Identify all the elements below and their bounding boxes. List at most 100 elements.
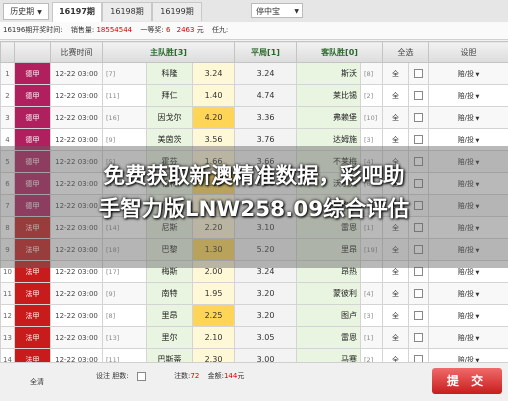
home-win-odds-text: 2.00 (205, 267, 223, 276)
all-select[interactable]: 全 (383, 85, 409, 107)
tab-period-3[interactable]: 16199期 (152, 2, 202, 21)
mode-checkbox[interactable] (137, 372, 146, 381)
row-number-text: 13 (3, 334, 12, 342)
chevron-down-icon: ▼ (37, 9, 42, 16)
bet-select[interactable]: 赔/投 ▼ (429, 327, 508, 349)
draw-odds-text: 3.36 (257, 113, 275, 122)
select-checkbox[interactable] (409, 85, 429, 107)
all-select[interactable]: 全 (383, 327, 409, 349)
home-win-odds[interactable]: 2.10 (193, 327, 235, 349)
league-badge-text: 法甲 (26, 312, 40, 320)
bet-select[interactable]: 赔/投 ▼ (429, 107, 508, 129)
all-select[interactable]: 全 (383, 305, 409, 327)
chevron-down-icon: ▼ (474, 292, 479, 298)
bet-select-text: 赔/投 (458, 136, 474, 144)
home-team: 里昂 (147, 305, 193, 327)
bet-select-text: 赔/投 (458, 70, 474, 78)
clear-all-button[interactable]: 全清 (30, 377, 44, 387)
checkbox-icon[interactable] (414, 113, 423, 122)
table-row: 3德甲12-22 03:00[16]因戈尔4.203.36弗赖堡[10]全赔/投… (1, 107, 508, 129)
home-team: 南特 (147, 283, 193, 305)
bet-select[interactable]: 赔/投 ▼ (429, 305, 508, 327)
home-rank: [13] (103, 327, 147, 349)
checkbox-icon[interactable] (414, 69, 423, 78)
draw-odds[interactable]: 4.74 (235, 85, 297, 107)
home-team-text: 科隆 (162, 69, 178, 78)
bet-select-text: 赔/投 (458, 268, 474, 276)
table-row: 1德甲12-22 03:00[7]科隆3.243.24斯沃[8]全赔/投 ▼ (1, 63, 508, 85)
home-win-odds[interactable]: 3.24 (193, 63, 235, 85)
home-win-odds[interactable]: 2.25 (193, 305, 235, 327)
away-rank: [8] (361, 63, 383, 85)
history-label: 历史期 (10, 7, 34, 16)
chevron-down-icon: ▼ (474, 116, 479, 122)
nine-label: 任九: (206, 22, 228, 39)
match-time-text: 12-22 03:00 (55, 268, 98, 276)
draw-odds[interactable]: 3.20 (235, 283, 297, 305)
checkbox-icon[interactable] (414, 135, 423, 144)
checkbox-icon[interactable] (414, 91, 423, 100)
bet-select[interactable]: 赔/投 ▼ (429, 85, 508, 107)
row-number-text: 4 (5, 136, 9, 144)
bet-select[interactable]: 赔/投 ▼ (429, 63, 508, 85)
header-all[interactable]: 全选 (383, 42, 429, 63)
filter-dropdown[interactable]: 停中宝▼ (251, 3, 303, 18)
away-rank-text: [2] (364, 92, 373, 100)
draw-odds-text: 3.20 (257, 289, 275, 298)
away-team: 斯沃 (297, 63, 361, 85)
submit-button[interactable]: 提 交 (432, 368, 502, 394)
all-select[interactable]: 全 (383, 107, 409, 129)
checkbox-icon[interactable] (414, 289, 423, 298)
away-team: 蒙彼利 (297, 283, 361, 305)
checkbox-icon[interactable] (414, 267, 423, 276)
draw-odds[interactable]: 3.36 (235, 107, 297, 129)
checkbox-icon[interactable] (414, 333, 423, 342)
home-win-odds[interactable]: 1.40 (193, 85, 235, 107)
amount-unit: 元 (237, 372, 244, 380)
header-num (1, 42, 15, 63)
draw-odds[interactable]: 3.20 (235, 305, 297, 327)
home-rank-text: [8] (106, 312, 115, 320)
home-rank: [7] (103, 63, 147, 85)
home-win-odds[interactable]: 4.20 (193, 107, 235, 129)
home-rank: [11] (103, 85, 147, 107)
tab-period-2[interactable]: 16198期 (102, 2, 152, 21)
home-win-odds[interactable]: 1.95 (193, 283, 235, 305)
bet-select[interactable]: 赔/投 ▼ (429, 283, 508, 305)
row-number: 13 (1, 327, 15, 349)
tab-period-1[interactable]: 16197期 (52, 2, 102, 22)
match-time: 12-22 03:00 (51, 63, 103, 85)
history-dropdown[interactable]: 历史期▼ (3, 3, 49, 20)
home-team: 里尔 (147, 327, 193, 349)
match-time-text: 12-22 03:00 (55, 290, 98, 298)
draw-odds[interactable]: 3.05 (235, 327, 297, 349)
home-win-odds-text: 2.25 (205, 311, 223, 320)
all-select[interactable]: 全 (383, 283, 409, 305)
league-badge: 法甲 (15, 283, 51, 305)
away-team: 弗赖堡 (297, 107, 361, 129)
select-checkbox[interactable] (409, 327, 429, 349)
home-team-text: 梅斯 (162, 267, 178, 276)
home-rank-text: [11] (106, 92, 119, 100)
away-rank-text: [1] (364, 334, 373, 342)
home-rank-text: [17] (106, 268, 119, 276)
select-checkbox[interactable] (409, 305, 429, 327)
home-win-odds-text: 4.20 (205, 113, 223, 122)
home-win-odds-text: 3.24 (205, 69, 223, 78)
info-bar: 16196期开奖时间: 销售量: 18554544 一等奖: 6 2463 元 … (0, 22, 508, 40)
table-row: 13法甲12-22 03:00[13]里尔2.103.05雷恩[1]全赔/投 ▼ (1, 327, 508, 349)
all-select[interactable]: 全 (383, 63, 409, 85)
home-team-text: 因戈尔 (158, 113, 182, 122)
away-team-text: 图卢 (341, 311, 357, 320)
prize-unit: 元 (197, 22, 204, 39)
select-checkbox[interactable] (409, 107, 429, 129)
away-rank-text: [3] (364, 136, 373, 144)
select-checkbox[interactable] (409, 63, 429, 85)
home-rank-text: [9] (106, 290, 115, 298)
home-rank: [8] (103, 305, 147, 327)
checkbox-icon[interactable] (414, 311, 423, 320)
match-time: 12-22 03:00 (51, 85, 103, 107)
select-checkbox[interactable] (409, 283, 429, 305)
period-text: 16196期开奖时间: (0, 22, 63, 39)
draw-odds[interactable]: 3.24 (235, 63, 297, 85)
